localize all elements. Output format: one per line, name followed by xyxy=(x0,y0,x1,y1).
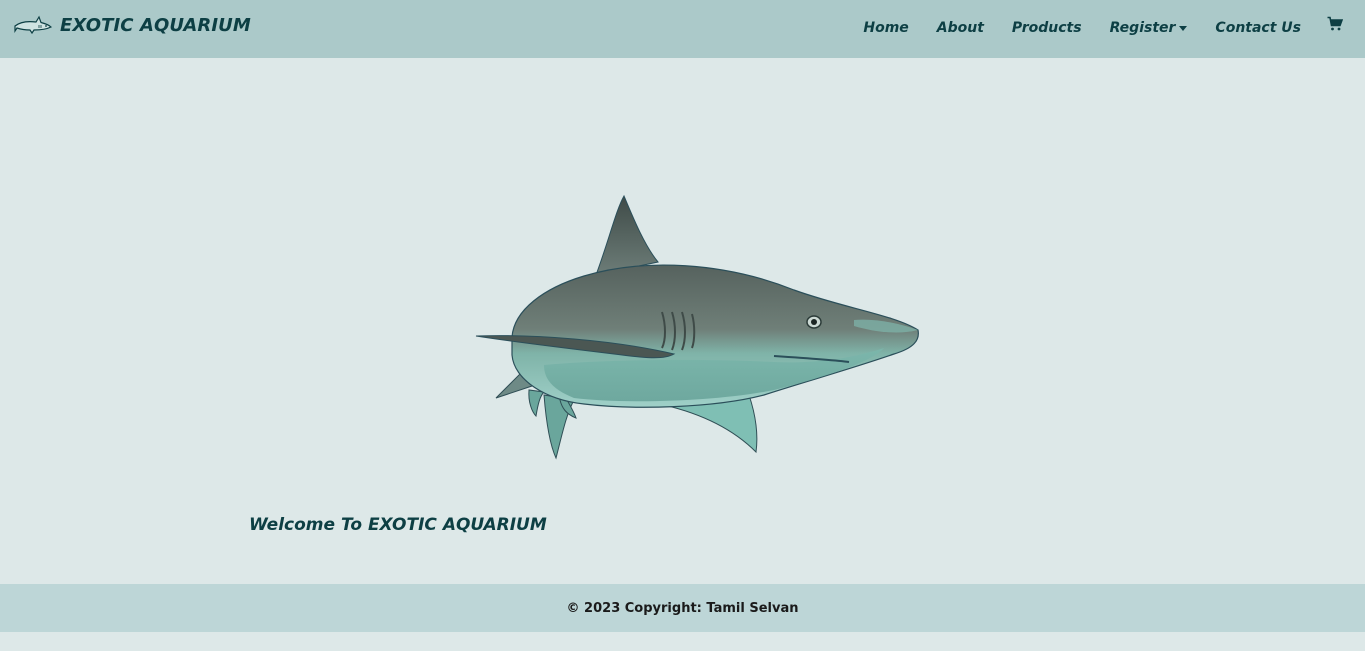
nav-register-label: Register xyxy=(1109,20,1176,36)
navbar: EXOTIC AQUARIUM Home About Products Regi… xyxy=(0,0,1365,58)
nav-home[interactable]: Home xyxy=(863,18,908,38)
nav-register-dropdown[interactable]: Register xyxy=(1110,18,1188,38)
footer: © 2023 Copyright: Tamil Selvan xyxy=(0,584,1365,632)
cart-button[interactable] xyxy=(1327,16,1344,32)
welcome-heading: Welcome To EXOTIC AQUARIUM xyxy=(249,515,547,535)
nav-products[interactable]: Products xyxy=(1012,18,1082,38)
brand-name: EXOTIC AQUARIUM xyxy=(60,14,251,36)
cart-icon xyxy=(1327,16,1344,31)
chevron-down-icon xyxy=(1179,25,1188,31)
brand-link[interactable]: EXOTIC AQUARIUM xyxy=(14,10,251,40)
nav-contact[interactable]: Contact Us xyxy=(1215,18,1301,38)
copyright-text: © 2023 Copyright: Tamil Selvan xyxy=(566,600,799,616)
shark-logo-icon xyxy=(14,15,52,35)
nav-about[interactable]: About xyxy=(937,18,984,38)
shark-image xyxy=(475,194,919,460)
nav-menu: Home About Products Register Contact Us xyxy=(835,16,1344,38)
